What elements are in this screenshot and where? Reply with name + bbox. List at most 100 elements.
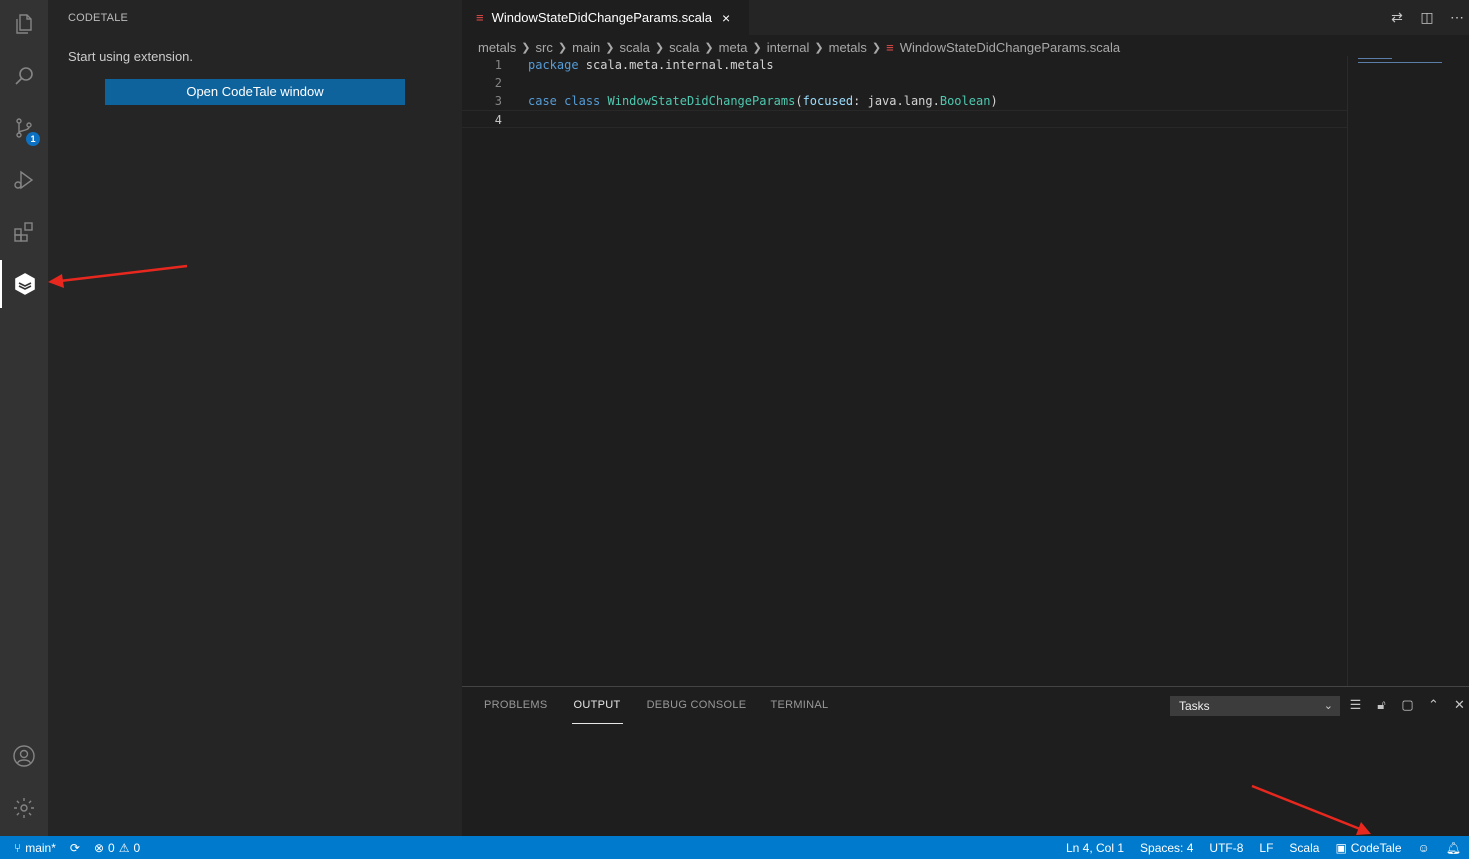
close-tab-icon[interactable]: ×: [722, 10, 730, 26]
chevron-right-icon: ❯: [752, 41, 762, 54]
chevron-right-icon: ❯: [814, 41, 824, 54]
line-number: 3: [494, 94, 502, 108]
sidebar-title: CODETALE: [68, 12, 129, 24]
code-token: case: [528, 94, 557, 108]
line-number: 4: [494, 113, 502, 127]
editor-actions: ⇄ ◫ ⋯: [1389, 0, 1469, 35]
notifications-bell-icon[interactable]: 🔔︎: [1446, 841, 1461, 855]
chevron-right-icon: ❯: [557, 41, 568, 54]
output-channel-value: Tasks: [1179, 699, 1210, 713]
lock-scroll-icon[interactable]: 🔓︎: [1374, 696, 1389, 714]
compare-changes-icon[interactable]: ⇄: [1389, 9, 1405, 26]
breadcrumb-item[interactable]: meta: [719, 40, 748, 55]
output-channel-select[interactable]: Tasks ⌄: [1170, 696, 1340, 716]
line-number: 1: [494, 58, 502, 72]
chevron-right-icon: ❯: [654, 41, 665, 54]
code-token: class: [564, 94, 601, 108]
sync-status[interactable]: ⟳: [70, 841, 80, 855]
breadcrumb-item[interactable]: main: [572, 40, 600, 55]
open-log-icon[interactable]: ▢: [1400, 696, 1415, 714]
error-count: 0: [108, 840, 115, 855]
open-codetale-window-button[interactable]: Open CodeTale window: [105, 79, 405, 105]
breadcrumb: metals ❯ src ❯ main ❯ scala ❯ scala ❯ meta ❯ i…: [478, 38, 1120, 56]
source-control-icon[interactable]: 1: [0, 104, 48, 152]
editor-tab-label: WindowStateDidChangeParams.scala: [491, 10, 712, 25]
search-icon[interactable]: [0, 52, 48, 100]
editor-area: ≡ WindowStateDidChangeParams.scala × ⇄ ◫…: [462, 0, 1469, 686]
scala-file-icon: ≡: [476, 10, 484, 25]
warning-count: 0: [133, 840, 141, 855]
chevron-right-icon: ❯: [704, 41, 714, 54]
code-token: package: [528, 58, 579, 72]
panel-actions: ☰ 🔓︎ ▢ ⌃ ✕: [1348, 696, 1467, 714]
codetale-status[interactable]: ▣ CodeTale: [1335, 841, 1401, 855]
code-line[interactable]: 3 case class WindowStateDidChangeParams(f…: [462, 92, 1347, 110]
branch-status[interactable]: ⑂ main*: [14, 841, 56, 855]
clear-output-icon[interactable]: ☰: [1348, 696, 1363, 714]
code-token: : java.lang.: [853, 94, 940, 108]
code-editor[interactable]: 1 package scala.meta.internal.metals 2 3 cas…: [462, 56, 1347, 128]
code-line[interactable]: 2: [462, 74, 1347, 92]
minimap-line: [1358, 58, 1392, 59]
status-bar: ⑂ main* ⟳ ⊗ 0 ⚠ 0 Ln 4, Col 1 Spaces: 4 UTF…: [0, 836, 1469, 859]
code-token: ): [990, 94, 998, 108]
breadcrumb-item[interactable]: src: [536, 40, 553, 55]
breadcrumb-item[interactable]: metals: [829, 40, 867, 55]
error-icon: ⊗: [93, 840, 105, 855]
breadcrumb-item[interactable]: metals: [478, 40, 516, 55]
encoding[interactable]: UTF-8: [1209, 841, 1243, 855]
panel-tabs: PROBLEMS OUTPUT DEBUG CONSOLE TERMINAL: [484, 687, 828, 724]
sidebar-message: Start using extension.: [68, 49, 194, 64]
explorer-icon[interactable]: [0, 0, 48, 48]
minimap-line: [1358, 62, 1442, 63]
activity-bar: 1: [0, 0, 48, 836]
end-of-line[interactable]: LF: [1259, 841, 1273, 855]
code-token: (: [795, 94, 803, 108]
problems-status[interactable]: ⊗ 0 ⚠ 0: [94, 841, 140, 855]
scala-file-icon: ≡: [886, 39, 894, 55]
panel-tab-problems[interactable]: PROBLEMS: [484, 687, 548, 724]
breadcrumb-item[interactable]: internal: [767, 40, 810, 55]
branch-label: main*: [25, 840, 56, 855]
chevron-right-icon: ❯: [871, 41, 882, 54]
close-panel-icon[interactable]: ✕: [1452, 696, 1467, 714]
panel-tab-output[interactable]: OUTPUT: [571, 687, 623, 724]
run-debug-icon[interactable]: [0, 156, 48, 204]
codetale-status-label: CodeTale: [1350, 840, 1402, 855]
panel-tab-debug-console[interactable]: DEBUG CONSOLE: [647, 687, 747, 724]
code-line[interactable]: 4: [462, 110, 1347, 128]
line-number: 2: [494, 76, 502, 90]
editor-tab[interactable]: ≡ WindowStateDidChangeParams.scala ×: [462, 0, 749, 35]
codetale-sidebar: CODETALE Start using extension. Open Cod…: [48, 0, 462, 836]
breadcrumb-file[interactable]: WindowStateDidChangeParams.scala: [900, 40, 1120, 55]
code-token: Boolean: [939, 94, 991, 108]
split-editor-icon[interactable]: ◫: [1419, 9, 1435, 26]
code-line[interactable]: 1 package scala.meta.internal.metals: [462, 56, 1347, 74]
more-actions-icon[interactable]: ⋯: [1449, 9, 1465, 26]
codetale-icon[interactable]: [0, 260, 48, 308]
cursor-position[interactable]: Ln 4, Col 1: [1066, 841, 1124, 855]
chevron-right-icon: ❯: [521, 41, 531, 54]
extensions-icon[interactable]: [0, 208, 48, 256]
maximize-panel-icon[interactable]: ⌃: [1426, 696, 1441, 714]
code-text: case class WindowStateDidChangeParams(fo…: [528, 92, 998, 110]
editor-tab-bar: ≡ WindowStateDidChangeParams.scala × ⇄ ◫…: [462, 0, 1469, 35]
accounts-icon[interactable]: [0, 732, 48, 780]
code-text: package scala.meta.internal.metals: [528, 56, 774, 74]
indentation[interactable]: Spaces: 4: [1140, 841, 1193, 855]
sync-icon: ⟳: [69, 840, 80, 855]
code-token: focused: [802, 94, 854, 108]
breadcrumb-item[interactable]: scala: [669, 40, 699, 55]
minimap[interactable]: [1347, 56, 1469, 686]
status-bar-left: ⑂ main* ⟳ ⊗ 0 ⚠ 0: [14, 836, 140, 859]
bottom-panel: PROBLEMS OUTPUT DEBUG CONSOLE TERMINAL Task…: [462, 686, 1469, 836]
feedback-icon[interactable]: ☺: [1418, 841, 1430, 855]
vscode-window: 1 CODETALE Start using extension. Open C…: [0, 0, 1469, 859]
panel-tab-terminal[interactable]: TERMINAL: [770, 687, 828, 724]
language-mode[interactable]: Scala: [1289, 841, 1319, 855]
code-token: WindowStateDidChangeParams: [607, 94, 796, 108]
settings-gear-icon[interactable]: [0, 784, 48, 832]
breadcrumb-item[interactable]: scala: [619, 40, 649, 55]
codetale-status-icon: ▣: [1335, 840, 1347, 855]
